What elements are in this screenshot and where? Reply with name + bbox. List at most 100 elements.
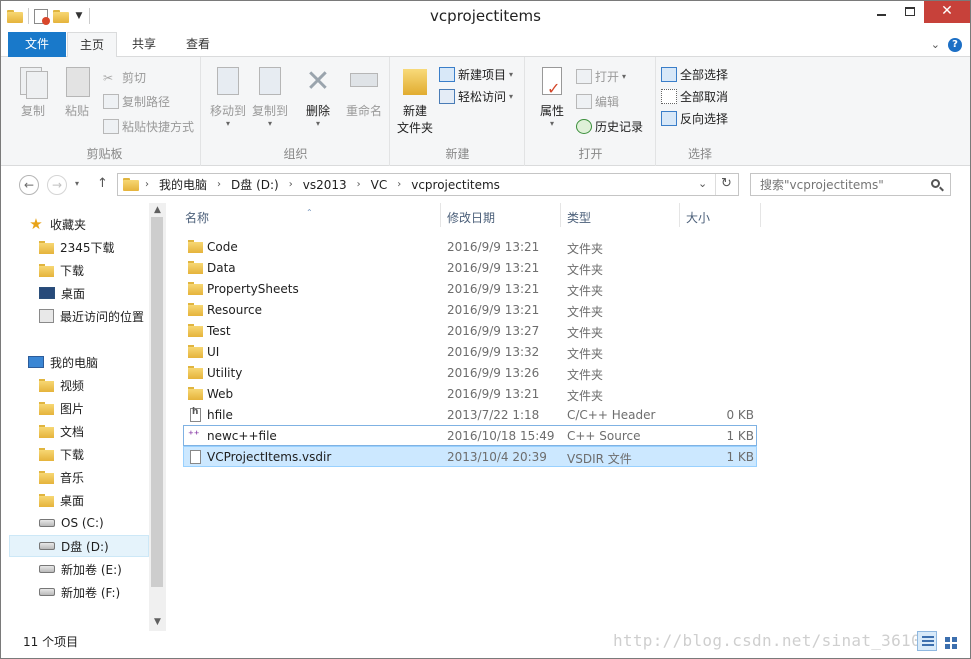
edit-button[interactable]: 编辑 [576, 93, 619, 110]
select-none-button[interactable]: 全部取消 [661, 88, 728, 105]
history-button[interactable]: 历史记录 [576, 118, 643, 135]
recent-locations-icon[interactable]: ▾ [75, 179, 79, 188]
help-icon[interactable]: ? [948, 38, 962, 52]
new-folder-button[interactable]: 新建 文件夹 [395, 65, 435, 136]
column-header-type[interactable]: 类型 [567, 209, 591, 226]
easy-access-button[interactable]: 轻松访问 ▾ [439, 88, 513, 105]
maximize-button[interactable] [896, 1, 924, 23]
nav-item-label: 视频 [60, 378, 85, 393]
new-item-button[interactable]: 新建项目 ▾ [439, 66, 513, 83]
column-divider[interactable] [679, 203, 680, 227]
scroll-up-icon[interactable]: ▲ [149, 205, 166, 215]
file-size: 0 KB [726, 408, 754, 422]
nav-item-documents[interactable]: 文档 [1, 420, 149, 442]
nav-item-pictures[interactable]: 图片 [1, 397, 149, 419]
nav-favorites[interactable]: ★ 收藏夹 [1, 213, 149, 235]
nav-item-label: 文档 [60, 424, 85, 439]
minimize-button[interactable] [868, 1, 896, 23]
invert-selection-button[interactable]: 反向选择 [661, 110, 728, 127]
breadcrumb-drive[interactable]: D盘 (D:) [227, 176, 283, 193]
nav-item-pc-downloads[interactable]: 下载 [1, 443, 149, 465]
column-divider[interactable] [760, 203, 761, 227]
nav-item-drive-f[interactable]: 新加卷 (F:) [1, 581, 149, 603]
copy-path-button[interactable]: 复制路径 [103, 93, 170, 110]
file-row[interactable]: hfile 2013/7/22 1:18 C/C++ Header 0 KB [183, 404, 757, 425]
file-row[interactable]: PropertySheets 2016/9/9 13:21 文件夹 [183, 278, 757, 299]
address-history-dropdown-icon[interactable]: ⌄ [698, 177, 707, 190]
file-row[interactable]: Data 2016/9/9 13:21 文件夹 [183, 257, 757, 278]
close-button[interactable]: ✕ [924, 1, 970, 23]
paste-button[interactable]: 粘贴 [59, 65, 95, 119]
nav-item-2345-download[interactable]: 2345下载 [1, 236, 149, 258]
copy-button[interactable]: 复制 [15, 65, 51, 119]
nav-item-drive-e[interactable]: 新加卷 (E:) [1, 558, 149, 580]
file-row[interactable]: Web 2016/9/9 13:21 文件夹 [183, 383, 757, 404]
file-row[interactable]: Utility 2016/9/9 13:26 文件夹 [183, 362, 757, 383]
column-header-date[interactable]: 修改日期 [447, 209, 495, 226]
paste-label: 粘贴 [64, 104, 89, 118]
tab-share[interactable]: 共享 [119, 32, 169, 57]
refresh-icon[interactable]: ↻ [721, 176, 732, 191]
nav-item-music[interactable]: 音乐 [1, 466, 149, 488]
nav-item-pc-desktop[interactable]: 桌面 [1, 489, 149, 511]
select-all-button[interactable]: 全部选择 [661, 66, 728, 83]
new-folder-icon [400, 65, 430, 99]
chevron-down-icon: ▾ [267, 119, 272, 128]
file-row[interactable]: Resource 2016/9/9 13:21 文件夹 [183, 299, 757, 320]
nav-item-label: OS (C:) [61, 516, 104, 530]
delete-button[interactable]: ✕ 删除 ▾ [298, 65, 338, 129]
nav-item-downloads[interactable]: 下载 [1, 259, 149, 281]
nav-item-desktop[interactable]: 桌面 [1, 282, 149, 304]
copy-to-button[interactable]: 复制到 ▾ [250, 65, 290, 128]
file-row[interactable]: Test 2016/9/9 13:27 文件夹 [183, 320, 757, 341]
chevron-down-icon: ▾ [509, 92, 514, 101]
drive-icon [39, 588, 55, 596]
nav-item-drive-d[interactable]: D盘 (D:) [9, 535, 149, 557]
file-name: Code [207, 240, 238, 254]
search-input[interactable] [750, 173, 951, 196]
breadcrumb-vcprojectitems[interactable]: vcprojectitems [407, 178, 504, 192]
up-button[interactable]: ↑ [97, 176, 108, 191]
large-icons-view-button[interactable] [940, 631, 960, 651]
paste-shortcut-button[interactable]: 粘贴快捷方式 [103, 118, 194, 135]
tab-file[interactable]: 文件 [8, 32, 66, 57]
address-bar[interactable]: › 我的电脑 › D盘 (D:) › vs2013 › VC › vcproje… [117, 173, 739, 196]
breadcrumb-vc[interactable]: VC [367, 178, 392, 192]
properties-button[interactable]: ✓ 属性 ▾ [532, 65, 572, 128]
file-row[interactable]: VCProjectItems.vsdir 2013/10/4 20:39 VSDIR… [183, 446, 757, 467]
search-icon[interactable] [931, 179, 940, 188]
file-row[interactable]: ⁺⁺ newc++file 2016/10/18 15:49 C++ Source 1 … [183, 425, 757, 446]
copy-to-label: 复制到 [251, 104, 288, 118]
scroll-down-icon[interactable]: ▼ [149, 617, 166, 627]
breadcrumb-vs2013[interactable]: vs2013 [299, 178, 351, 192]
cut-button[interactable]: ✂ 剪切 [103, 69, 146, 86]
nav-item-label: 最近访问的位置 [60, 309, 145, 324]
file-row[interactable]: Code 2016/9/9 13:21 文件夹 [183, 236, 757, 257]
file-row[interactable]: UI 2016/9/9 13:32 文件夹 [183, 341, 757, 362]
tab-view[interactable]: 查看 [173, 32, 223, 57]
nav-item-videos[interactable]: 视频 [1, 374, 149, 396]
nav-computer[interactable]: 我的电脑 [1, 351, 149, 373]
column-header-name[interactable]: 名称 ⌃ [185, 208, 313, 226]
collapse-ribbon-icon[interactable]: ⌄ [931, 38, 940, 51]
back-button[interactable]: ← [19, 175, 39, 195]
breadcrumb-computer[interactable]: 我的电脑 [155, 176, 211, 193]
details-view-button[interactable] [917, 631, 937, 651]
nav-item-recent-places[interactable]: 最近访问的位置 [1, 305, 149, 327]
column-divider[interactable] [560, 203, 561, 227]
scroll-thumb[interactable] [151, 217, 163, 587]
file-type: 文件夹 [567, 389, 604, 403]
forward-button[interactable]: → [47, 175, 67, 195]
nav-pane-scrollbar[interactable]: ▲ ▼ [149, 203, 166, 631]
column-header-size[interactable]: 大小 [686, 209, 710, 226]
column-divider[interactable] [440, 203, 441, 227]
rename-button[interactable]: 重命名 [342, 65, 386, 119]
open-button[interactable]: 打开 ▾ [576, 68, 626, 85]
group-open: ✓ 属性 ▾ 打开 ▾ 编辑 历史记录 打开 [526, 57, 656, 166]
select-all-label: 全部选择 [680, 68, 729, 82]
sort-ascending-icon: ⌃ [306, 208, 313, 217]
tab-home[interactable]: 主页 [67, 32, 117, 58]
move-to-button[interactable]: 移动到 ▾ [208, 65, 248, 128]
nav-item-label: 新加卷 (E:) [61, 562, 122, 577]
nav-item-drive-c[interactable]: OS (C:) [1, 512, 149, 534]
